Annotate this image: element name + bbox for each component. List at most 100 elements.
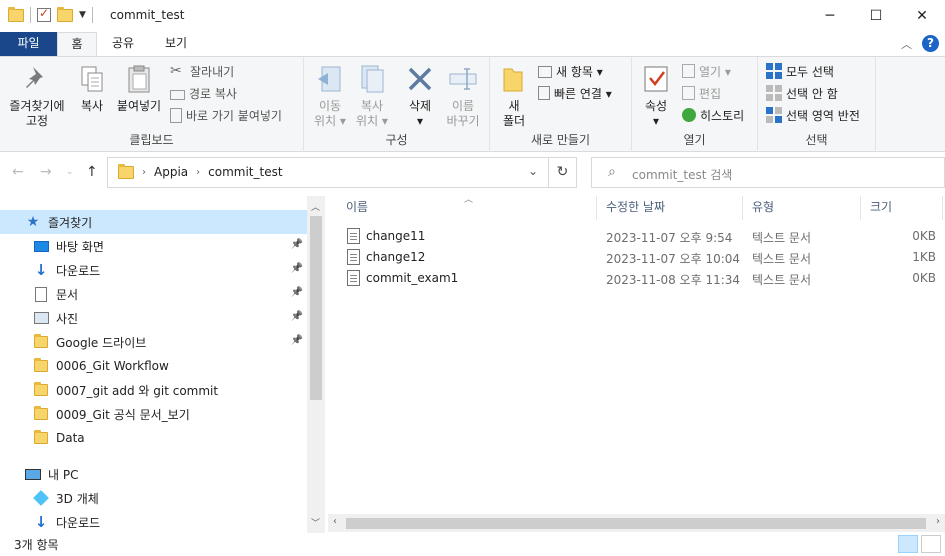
nav-item-label: 바탕 화면 bbox=[56, 239, 104, 254]
details-view-icon[interactable] bbox=[898, 535, 918, 553]
ribbon-tabs: 파일 홈 공유 보기 ︿ ? bbox=[0, 32, 945, 57]
pin-icon: 📌 bbox=[290, 335, 303, 346]
scroll-right-arrow-icon[interactable]: › bbox=[936, 516, 940, 527]
divider bbox=[30, 7, 31, 23]
search-box[interactable]: ⌕ commit_test 검색 bbox=[591, 157, 945, 188]
search-icon: ⌕ bbox=[608, 164, 616, 180]
nav-item[interactable]: 3D 개체 bbox=[0, 486, 307, 510]
scrollbar-thumb[interactable] bbox=[310, 216, 322, 400]
large-icons-view-icon[interactable] bbox=[921, 535, 941, 553]
forward-arrow-icon[interactable]: → bbox=[40, 164, 52, 180]
column-header-size[interactable]: 크기 bbox=[870, 196, 892, 218]
copy-path-button[interactable]: 경로 복사 bbox=[170, 83, 237, 103]
up-arrow-icon[interactable]: ↑ bbox=[86, 164, 98, 180]
pin-to-quick-access-button[interactable]: 즐겨찾기에 고정 bbox=[6, 63, 68, 129]
folder-icon bbox=[118, 163, 134, 179]
breadcrumb-item[interactable]: commit_test bbox=[208, 165, 282, 179]
column-header-modified[interactable]: 수정한 날짜 bbox=[606, 196, 665, 218]
file-size: 1KB bbox=[912, 250, 936, 264]
rename-button[interactable]: 이름 바꾸기 bbox=[442, 63, 484, 129]
easy-access-icon bbox=[538, 86, 550, 100]
select-none-button[interactable]: 선택 안 함 bbox=[766, 83, 838, 103]
new-folder-icon bbox=[503, 68, 523, 92]
scroll-down-arrow-icon[interactable]: ﹀ bbox=[311, 516, 320, 529]
nav-item[interactable]: 0009_Git 공식 문서_보기 bbox=[0, 402, 307, 426]
nav-item[interactable]: Data bbox=[0, 426, 307, 450]
close-button[interactable]: ✕ bbox=[899, 0, 945, 32]
address-bar[interactable]: › Appia › commit_test ⌄ bbox=[107, 157, 549, 188]
file-row[interactable]: commit_exam1 2023-11-08 오후 11:34 텍스트 문서 0KB bbox=[340, 268, 940, 289]
tab-view[interactable]: 보기 bbox=[153, 32, 199, 56]
column-header-type[interactable]: 유형 bbox=[752, 196, 774, 218]
tab-share[interactable]: 공유 bbox=[100, 32, 146, 56]
nav-item[interactable]: 0006_Git Workflow bbox=[0, 354, 307, 378]
nav-item-label: 즐겨찾기 bbox=[48, 215, 93, 230]
paste-shortcut-button[interactable]: 바로 가기 붙여넣기 bbox=[170, 105, 282, 125]
invert-selection-button[interactable]: 선택 영역 반전 bbox=[766, 105, 860, 125]
download-icon: ↓ bbox=[34, 513, 48, 531]
copy-path-icon bbox=[170, 89, 185, 100]
cut-button[interactable]: ✂ 잘라내기 bbox=[170, 61, 234, 81]
properties-icon[interactable] bbox=[37, 6, 51, 22]
file-type: 텍스트 문서 bbox=[752, 273, 812, 287]
new-folder-icon[interactable] bbox=[57, 6, 73, 22]
column-header-name[interactable]: 이름 bbox=[346, 196, 368, 218]
nav-item[interactable]: Google 드라이브 📌 bbox=[0, 330, 307, 354]
address-dropdown-chevron-icon[interactable]: ⌄ bbox=[528, 164, 538, 178]
folder-icon bbox=[32, 382, 50, 396]
nav-item[interactable]: 사진 📌 bbox=[0, 306, 307, 330]
folder-icon bbox=[32, 358, 50, 372]
properties-button[interactable]: 속성 ▾ bbox=[638, 63, 674, 129]
text-file-icon bbox=[347, 228, 360, 244]
nav-item[interactable]: 내 PC bbox=[0, 462, 307, 486]
open-icon bbox=[682, 64, 695, 78]
scroll-left-arrow-icon[interactable]: ‹ bbox=[333, 516, 337, 527]
file-row[interactable]: change11 2023-11-07 오후 9:54 텍스트 문서 0KB bbox=[340, 226, 940, 247]
copy-to-button[interactable]: 복사 위치 ▾ bbox=[352, 63, 392, 129]
file-row[interactable]: change12 2023-11-07 오후 10:04 텍스트 문서 1KB bbox=[340, 247, 940, 268]
tab-file[interactable]: 파일 bbox=[0, 32, 57, 56]
history-button[interactable]: 히스토리 bbox=[682, 105, 744, 125]
nav-item[interactable]: 바탕 화면 📌 bbox=[0, 234, 307, 258]
navigation-pane-scrollbar[interactable]: ︿ ﹀ bbox=[307, 196, 325, 533]
nav-item-label: 0009_Git 공식 문서_보기 bbox=[56, 407, 190, 422]
tab-home[interactable]: 홈 bbox=[57, 32, 97, 57]
scroll-up-arrow-icon[interactable]: ︿ bbox=[311, 200, 320, 213]
scrollbar-thumb[interactable] bbox=[346, 518, 926, 529]
nav-item[interactable]: ★ 즐겨찾기 bbox=[0, 210, 307, 234]
open-button[interactable]: 열기 ▾ bbox=[682, 61, 731, 81]
file-list-horizontal-scrollbar[interactable]: ‹ › bbox=[328, 514, 945, 532]
nav-item[interactable]: 문서 📌 bbox=[0, 282, 307, 306]
maximize-button[interactable]: ☐ bbox=[853, 0, 899, 32]
file-list: ︿ 이름 수정한 날짜 유형 크기 change11 2023-11-07 오후 … bbox=[330, 195, 945, 516]
new-folder-button[interactable]: 새 폴더 bbox=[496, 63, 532, 129]
delete-icon bbox=[408, 67, 432, 91]
customize-toolbar-icon[interactable]: ▼ bbox=[79, 10, 86, 20]
collapse-ribbon-icon[interactable]: ︿ bbox=[901, 36, 912, 52]
column-divider[interactable] bbox=[742, 196, 743, 220]
select-all-button[interactable]: 모두 선택 bbox=[766, 61, 834, 81]
nav-item[interactable]: ↓ 다운로드 📌 bbox=[0, 258, 307, 282]
column-divider[interactable] bbox=[860, 196, 861, 220]
move-to-button[interactable]: 이동 위치 ▾ bbox=[310, 63, 350, 129]
paste-button[interactable]: 붙여넣기 bbox=[114, 63, 164, 114]
refresh-button[interactable]: ↻ bbox=[549, 157, 577, 188]
help-icon[interactable]: ? bbox=[922, 35, 939, 52]
rename-icon bbox=[449, 68, 477, 90]
column-divider[interactable] bbox=[596, 196, 597, 220]
file-name: change12 bbox=[366, 250, 426, 264]
nav-item[interactable]: ↓ 다운로드 bbox=[0, 510, 307, 533]
delete-button[interactable]: 삭제 ▾ bbox=[400, 63, 440, 129]
nav-item[interactable]: 0007_git add 와 git commit bbox=[0, 378, 307, 402]
column-divider[interactable] bbox=[942, 196, 943, 220]
edit-button[interactable]: 편집 bbox=[682, 83, 721, 103]
properties-icon bbox=[644, 66, 668, 92]
breadcrumb-item[interactable]: Appia bbox=[154, 165, 188, 179]
divider bbox=[91, 7, 93, 23]
copy-button[interactable]: 복사 bbox=[72, 63, 112, 114]
easy-access-button[interactable]: 빠른 연결 ▾ bbox=[538, 83, 612, 103]
new-item-button[interactable]: 새 항목 ▾ bbox=[538, 61, 603, 81]
minimize-button[interactable]: ─ bbox=[807, 0, 853, 32]
recent-locations-chevron-icon[interactable]: ⌄ bbox=[66, 167, 74, 177]
back-arrow-icon[interactable]: ← bbox=[12, 164, 24, 180]
